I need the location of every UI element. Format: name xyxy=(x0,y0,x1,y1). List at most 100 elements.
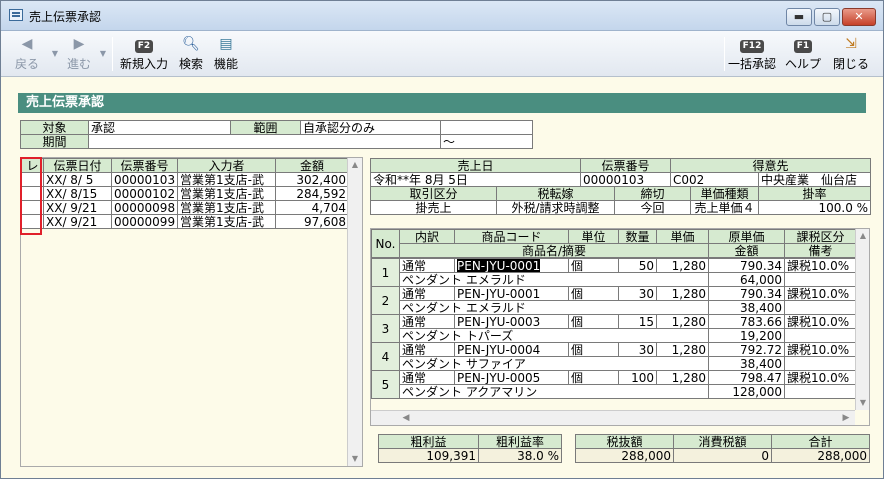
back-dropdown-icon[interactable]: ▼ xyxy=(49,49,61,58)
customer-name: 中央産業 仙台店 xyxy=(758,172,872,187)
cell-date: XX/ 9/21 xyxy=(43,200,112,215)
price-type-value: 売上単価４ xyxy=(690,200,760,215)
table-row-sub[interactable]: ペンダント アクアマリン 128,000 xyxy=(372,384,857,399)
col-item-name: 商品名/摘要 xyxy=(399,243,709,258)
forward-label: 進む xyxy=(66,57,91,71)
cell-code[interactable]: PEN-JYU-0004 xyxy=(454,342,569,357)
cell-price: 1,280 xyxy=(656,314,709,329)
cell-code[interactable]: PEN-JYU-0001 xyxy=(454,258,569,273)
cell-user: 営業第1支店-武 xyxy=(177,186,276,201)
toolbar: ◀ 戻る ▼ ▶ 進む ▼ F2 新規入力 🔍︎ 検索 ▤ 機能 F12 一括承認 F1 ヘル… xyxy=(1,31,883,77)
cell-unit: 個 xyxy=(568,342,619,357)
cell-item-name: ペンダント エメラルド xyxy=(399,300,709,315)
function-button[interactable]: ▤ 機能 xyxy=(212,35,240,72)
table-row[interactable]: 2 通常 PEN-JYU-0001 個 30 1,280 790.34 課税10.0% xyxy=(371,286,857,315)
range-field[interactable]: 自承認分のみ xyxy=(300,120,441,135)
tax-value: 0 xyxy=(673,448,772,463)
new-entry-button[interactable]: F2 新規入力 xyxy=(118,35,170,72)
scroll-right-icon[interactable]: ▶ xyxy=(839,411,853,425)
scroll-up-icon[interactable]: ▲ xyxy=(348,158,362,172)
table-row[interactable]: 3 通常 PEN-JYU-0003 個 15 1,280 783.66 課税10.0% xyxy=(371,314,857,343)
maximize-button[interactable]: ▢ xyxy=(814,8,840,26)
cell-unit: 個 xyxy=(568,370,619,385)
function-icon: ▤ xyxy=(219,36,233,52)
slip-list: レ伝票日付 伝票番号 入力者 金額 XX/ 8/ 5 00000103 営業第1支店-武 3… xyxy=(20,157,363,467)
lines-horizontal-scrollbar[interactable]: ◀ ▶ xyxy=(371,410,855,425)
cell-amount: 19,200 xyxy=(708,328,785,343)
cell-qty: 30 xyxy=(618,342,657,357)
scroll-down-icon[interactable]: ▼ xyxy=(856,396,869,410)
slip-no-header: 伝票番号 xyxy=(580,158,672,173)
forward-dropdown-icon[interactable]: ▼ xyxy=(97,49,109,58)
cell-note xyxy=(784,384,857,399)
closing-header: 締切 xyxy=(614,186,692,201)
f1-key-label: F1 xyxy=(793,40,813,53)
table-row-sub[interactable]: ペンダント エメラルド 64,000 xyxy=(372,272,857,287)
table-row-sub[interactable]: ペンダント トパーズ 19,200 xyxy=(372,328,857,343)
period-to-field[interactable]: ～ xyxy=(440,134,533,149)
cell-kind: 通常 xyxy=(399,286,455,301)
price-type-header: 単価種類 xyxy=(690,186,760,201)
table-row-sub[interactable]: ペンダント エメラルド 38,400 xyxy=(372,300,857,315)
target-label: 対象 xyxy=(20,120,89,135)
back-button[interactable]: ◀ 戻る xyxy=(9,35,45,72)
cell-code[interactable]: PEN-JYU-0003 xyxy=(454,314,569,329)
page-header: 売上伝票承認 xyxy=(18,93,866,113)
close-window-button[interactable]: ✕ xyxy=(842,8,876,26)
forward-button[interactable]: ▶ 進む xyxy=(63,35,95,72)
code-text: PEN-JYU-0001 xyxy=(457,258,541,273)
help-button[interactable]: F1 ヘルプ xyxy=(783,35,823,72)
cell-slip-no: 00000098 xyxy=(111,200,178,215)
table-row[interactable]: XX/ 9/21 00000098 営業第1支店-武 4,704 xyxy=(21,200,349,215)
range-label: 範囲 xyxy=(230,120,301,135)
list-vertical-scrollbar[interactable]: ▲ ▼ xyxy=(347,158,362,466)
col-kind: 内訳 xyxy=(399,229,455,244)
cell-item-name: ペンダント トパーズ xyxy=(399,328,709,343)
col-user[interactable]: 入力者 xyxy=(177,158,276,173)
cell-note xyxy=(784,300,857,315)
minimize-button[interactable]: ▬ xyxy=(786,8,812,26)
cell-line-no: 4 xyxy=(371,342,400,371)
back-arrow-icon: ◀ xyxy=(21,36,33,52)
table-row[interactable]: XX/ 8/15 00000102 営業第1支店-武 284,592 xyxy=(21,186,349,201)
cell-note xyxy=(784,356,857,371)
toolbar-separator xyxy=(724,37,725,71)
search-button[interactable]: 🔍︎ 検索 xyxy=(177,35,205,72)
scroll-left-icon[interactable]: ◀ xyxy=(399,411,413,425)
cell-line-no: 2 xyxy=(371,286,400,315)
rate-header: 掛率 xyxy=(758,186,872,201)
table-row[interactable]: 5 通常 PEN-JYU-0005 個 100 1,280 798.47 課税10.0% xyxy=(371,370,857,399)
lines-vertical-scrollbar[interactable]: ▲ ▼ xyxy=(855,229,869,410)
table-row[interactable]: XX/ 8/ 5 00000103 営業第1支店-武 302,400 xyxy=(21,172,349,187)
tax-transfer-header: 税転嫁 xyxy=(495,186,616,201)
cell-code[interactable]: PEN-JYU-0001 xyxy=(454,286,569,301)
cell-note xyxy=(784,272,857,287)
cell-price: 1,280 xyxy=(656,286,709,301)
col-date[interactable]: 伝票日付 xyxy=(43,158,112,173)
scroll-down-icon[interactable]: ▼ xyxy=(348,452,362,466)
cell-amount: 128,000 xyxy=(708,384,785,399)
col-amount[interactable]: 金額 xyxy=(275,158,349,173)
table-row[interactable]: 4 通常 PEN-JYU-0004 個 30 1,280 792.72 課税10.0% xyxy=(371,342,857,371)
profit-header: 粗利益 xyxy=(378,434,479,449)
cell-unit: 個 xyxy=(568,314,619,329)
close-button[interactable]: ⇲ 閉じる xyxy=(831,35,871,72)
table-row[interactable]: 1 通常 PEN-JYU-0001 個 50 1,280 790.34 課税10.0% xyxy=(371,258,857,287)
col-code: 商品コード xyxy=(454,229,569,244)
customer-header: 得意先 xyxy=(670,158,872,173)
cell-unit: 個 xyxy=(568,286,619,301)
table-row[interactable]: XX/ 9/21 00000099 営業第1支店-武 97,608 xyxy=(21,214,349,229)
function-label: 機能 xyxy=(213,57,238,71)
period-from-field[interactable] xyxy=(88,134,441,149)
trade-type-header: 取引区分 xyxy=(370,186,497,201)
col-slip-no[interactable]: 伝票番号 xyxy=(111,158,178,173)
scroll-up-icon[interactable]: ▲ xyxy=(856,229,869,243)
profit-value: 109,391 xyxy=(378,448,479,463)
bulk-approve-button[interactable]: F12 一括承認 xyxy=(727,35,777,72)
cell-code[interactable]: PEN-JYU-0005 xyxy=(454,370,569,385)
bulk-approve-label: 一括承認 xyxy=(727,57,776,71)
target-field[interactable]: 承認 xyxy=(88,120,231,135)
cell-slip-no: 00000099 xyxy=(111,214,178,229)
table-row-sub[interactable]: ペンダント サファイア 38,400 xyxy=(372,356,857,371)
cell-user: 営業第1支店-武 xyxy=(177,200,276,215)
